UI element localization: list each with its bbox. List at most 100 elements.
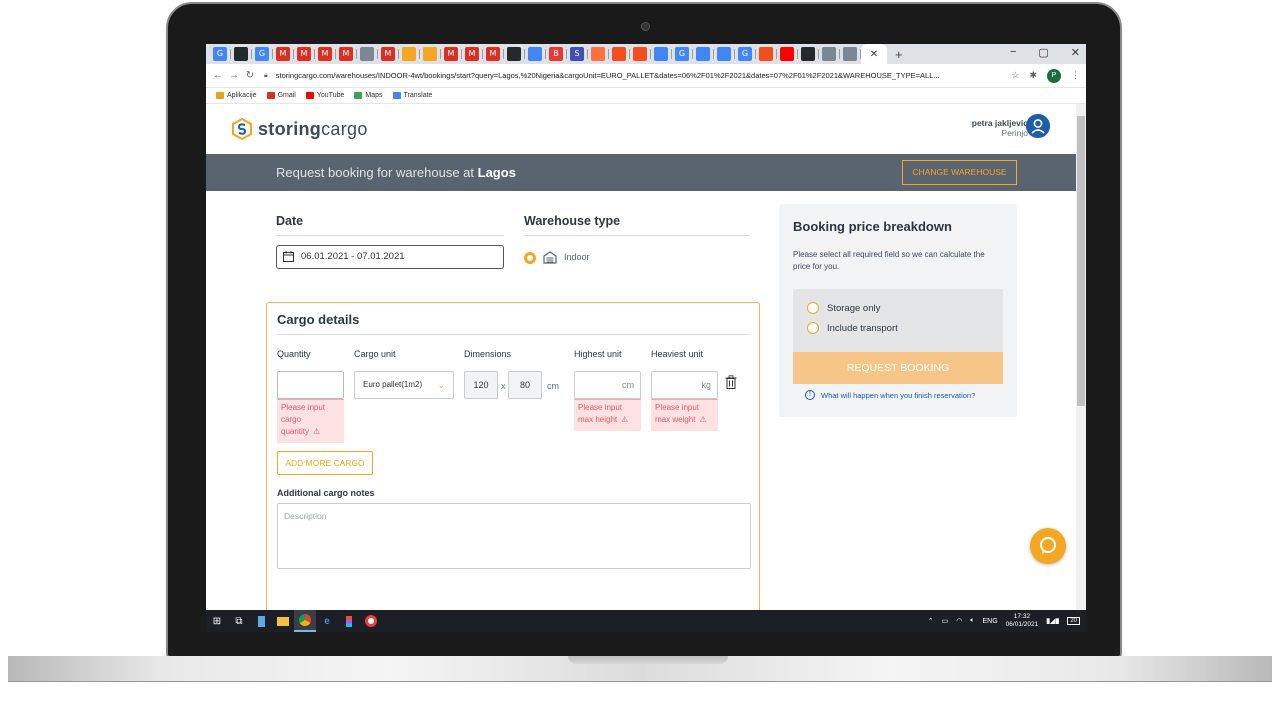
new-tab-button[interactable]: + [895,47,903,62]
bookmark-translate[interactable]: Translate [392,92,432,99]
tab-separator [440,49,441,59]
minimize-button[interactable]: − [1010,46,1016,59]
close-window-button[interactable]: ✕ [1071,46,1080,59]
notes-textarea[interactable]: Description [277,503,751,569]
browser-tab[interactable] [612,47,626,61]
help-link[interactable]: ! What will happen when you finish reser… [805,390,975,400]
transport-radio[interactable] [807,322,819,334]
tray-chevron-icon[interactable]: ⌃ [928,617,934,625]
edge-icon[interactable]: e [316,610,338,632]
browser-tab[interactable] [528,47,542,61]
divider [524,235,750,236]
battery-icon[interactable]: ▭ [942,617,949,625]
app-icon[interactable] [360,610,382,632]
active-tab[interactable]: ✕ [861,44,887,64]
extensions-icon[interactable]: ✱ [1029,70,1037,81]
forward-icon[interactable]: → [228,70,240,81]
cargo-unit-select[interactable]: Euro pallet(1m2) ⌄ [354,371,454,399]
browser-tab[interactable]: M [465,47,479,61]
dimension-width-input[interactable]: 80 [508,371,542,399]
browser-tab[interactable] [759,47,773,61]
browser-tab[interactable]: S [570,47,584,61]
page-scrollbar[interactable] [1076,104,1086,610]
maximize-button[interactable]: ▢ [1038,46,1048,59]
browser-tab[interactable] [402,47,416,61]
browser-tab[interactable]: M [297,47,311,61]
browser-tab[interactable]: B [549,47,563,61]
change-warehouse-button[interactable]: CHANGE WAREHOUSE [902,160,1017,185]
user-info[interactable]: petra jakljevic Perinjo [972,118,1028,138]
browser-tab[interactable] [780,47,794,61]
lock-icon[interactable]: 🔒︎ [264,72,268,80]
browser-tab[interactable] [633,47,647,61]
trash-icon[interactable] [725,375,737,389]
figma-icon[interactable] [338,610,360,632]
browser-tab[interactable]: M [486,47,500,61]
option-storage-only[interactable]: Storage only [807,302,880,314]
browser-tab[interactable] [696,47,710,61]
tab-separator [839,49,840,59]
page: storingcargo petra jakljevic Perinjo Req… [206,104,1076,610]
browser-tab[interactable] [801,47,815,61]
task-view-icon[interactable]: ⧉ [228,610,250,632]
reload-icon[interactable]: ↻ [244,70,256,81]
browser-tab[interactable]: G [255,47,269,61]
browser-tab[interactable] [591,47,605,61]
chrome-icon[interactable] [294,610,316,632]
scrollbar-thumb[interactable] [1077,116,1085,406]
browser-tab[interactable] [360,47,374,61]
browser-tab[interactable] [717,47,731,61]
quantity-input[interactable] [277,371,344,399]
volume-icon[interactable]: 🔈︎ [970,617,974,625]
file-icon[interactable] [250,610,272,632]
bookmark-maps[interactable]: Maps [354,92,383,99]
tab-separator [797,49,798,59]
taskbar-app-icon[interactable]: ▮◢▮ [1046,617,1059,625]
browser-tab[interactable]: M [276,47,290,61]
profile-avatar[interactable]: P [1047,68,1061,83]
browser-tab[interactable] [234,47,248,61]
browser-tab[interactable]: M [318,47,332,61]
highest-unit-input[interactable]: cm [574,371,641,399]
warehouse-icon [543,251,557,264]
menu-icon[interactable]: ⋮ [1071,70,1080,81]
price-description: Please select all required field so we c… [793,250,985,271]
browser-tab[interactable]: M [339,47,353,61]
browser-tab[interactable] [423,47,437,61]
bookmark-gmail[interactable]: Gmail [266,92,296,99]
star-icon[interactable]: ☆ [1011,70,1019,81]
browser-tab[interactable] [654,47,668,61]
cargo-unit-value: Euro pallet(1m2) [363,380,423,389]
request-booking-button[interactable]: REQUEST BOOKING [793,352,1003,384]
logo[interactable]: storingcargo [232,118,368,140]
dimension-length-input[interactable]: 120 [464,371,498,399]
browser-tab[interactable] [507,47,521,61]
browser-tab[interactable]: G [213,47,227,61]
bookmark-apps[interactable]: Aplikacije [216,92,257,99]
chat-bubble-button[interactable] [1030,528,1066,564]
browser-tab[interactable]: G [738,47,752,61]
bookmark-youtube[interactable]: YouTube [305,92,344,99]
windows-start-icon[interactable]: ⊞ [206,610,228,632]
browser-tab[interactable]: G [675,47,689,61]
add-more-cargo-button[interactable]: ADD MORE CARGO [277,451,373,475]
option-include-transport[interactable]: Include transport [807,322,898,334]
user-avatar-icon[interactable] [1026,114,1050,138]
tab-close-icon[interactable]: ✕ [870,49,878,60]
indoor-radio[interactable] [524,252,536,264]
heaviest-unit-input[interactable]: kg [651,371,718,399]
laptop-base [8,656,1272,682]
browser-tab[interactable] [822,47,836,61]
file-explorer-icon[interactable] [272,610,294,632]
storage-radio[interactable] [807,302,819,314]
browser-tab[interactable]: M [444,47,458,61]
language-indicator[interactable]: ENG [983,618,998,625]
url-field[interactable]: storingcargo.com/warehouses/INDOOR-4wt/b… [276,71,986,80]
date-range-input[interactable]: 06.01.2021 - 07.01.2021 [276,245,504,269]
clock[interactable]: 17:32 06/01/2021 [1006,613,1039,629]
browser-tab[interactable]: M [381,47,395,61]
notifications-icon[interactable]: 20 [1067,617,1080,625]
back-icon[interactable]: ← [212,70,224,81]
wifi-icon[interactable]: ◠ [956,617,962,625]
browser-tab[interactable] [843,47,857,61]
